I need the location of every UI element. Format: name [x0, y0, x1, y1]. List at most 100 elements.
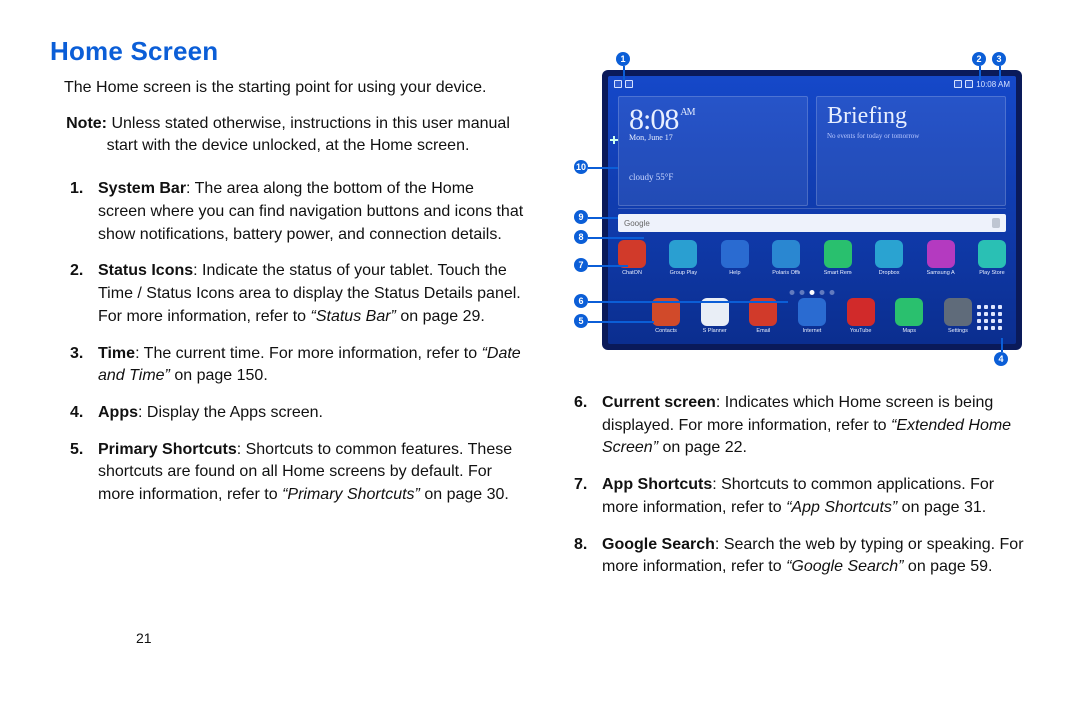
app-icon-box: [875, 240, 903, 268]
term: Google Search: [602, 536, 715, 553]
note-label: Note:: [66, 115, 107, 132]
app-icon-box: [772, 240, 800, 268]
term: App Shortcuts: [602, 476, 712, 493]
xref: “App Shortcuts”: [786, 499, 897, 516]
page-indicator: [790, 290, 835, 295]
lead: [588, 301, 788, 303]
app-icon-label: Samsung Apps: [927, 270, 955, 276]
lead: [588, 237, 644, 239]
primary-shortcuts-row: ContactsS PlannerEmailInternetYouTubeMap…: [652, 298, 972, 342]
notification-icon: [614, 80, 622, 88]
app-icon: Polaris Office: [772, 240, 800, 278]
def-b: on page 31.: [897, 499, 986, 516]
battery-icon: [965, 80, 973, 88]
app-icon: Maps: [895, 298, 923, 336]
notification-icon: [625, 80, 633, 88]
app-icon-box: [618, 240, 646, 268]
dot: [820, 290, 825, 295]
app-icon-box: [824, 240, 852, 268]
briefing-sub: No events for today or tomorrow: [827, 132, 995, 140]
clock-date: Mon, June 17: [629, 133, 797, 142]
callout-8: 8: [574, 230, 588, 244]
app-icon-label: Play Store: [978, 270, 1006, 276]
apps-button: [974, 302, 1006, 334]
xref: “Status Bar”: [311, 308, 396, 325]
lead: [588, 321, 654, 323]
item-current-screen: Current screen: Indicates which Home scr…: [602, 392, 1030, 460]
app-icon: Contacts: [652, 298, 680, 336]
app-icon: YouTube: [847, 298, 875, 336]
briefing-title: Briefing: [827, 103, 995, 130]
app-icon-label: Settings: [944, 328, 972, 334]
def-a: : The current time. For more information…: [135, 345, 482, 362]
def: : Display the Apps screen.: [138, 404, 323, 421]
app-icon-box: [895, 298, 923, 326]
app-icon-label: YouTube: [847, 328, 875, 334]
app-icon: Smart Remote: [824, 240, 852, 278]
term: Current screen: [602, 394, 716, 411]
term: System Bar: [98, 180, 186, 197]
item-primary-shortcuts: Primary Shortcuts: Shortcuts to common f…: [98, 439, 526, 507]
status-time: 10:08 AM: [976, 80, 1010, 89]
callout-5: 5: [574, 314, 588, 328]
app-icon: Group Play: [669, 240, 697, 278]
definition-list-right: Current screen: Indicates which Home scr…: [554, 392, 1030, 579]
app-icon-label: S Planner: [701, 328, 729, 334]
lead: [1001, 338, 1003, 352]
callout-1: 1: [616, 52, 630, 66]
callout-7: 7: [574, 258, 588, 272]
clock-ampm: AM: [680, 107, 694, 118]
briefing-widget: Briefing No events for today or tomorrow: [816, 96, 1006, 206]
dot: [800, 290, 805, 295]
tablet-screen: 10:08 AM 8:08AM Mon, June 17 cloudy 55°F: [608, 76, 1016, 344]
search-placeholder: Google: [624, 219, 650, 228]
callout-6: 6: [574, 294, 588, 308]
term: Primary Shortcuts: [98, 441, 237, 458]
clock-weather: cloudy 55°F: [629, 172, 797, 182]
item-app-shortcuts: App Shortcuts: Shortcuts to common appli…: [602, 474, 1030, 519]
add-widget-icon: [610, 136, 618, 144]
app-icon-label: Group Play: [669, 270, 697, 276]
term: Apps: [98, 404, 138, 421]
item-status-icons: Status Icons: Indicate the status of you…: [98, 260, 526, 328]
app-icon-box: [669, 240, 697, 268]
dot: [790, 290, 795, 295]
def-b: on page 30.: [420, 486, 509, 503]
term: Status Icons: [98, 262, 193, 279]
status-bar: 10:08 AM: [608, 76, 1016, 92]
callout-3: 3: [992, 52, 1006, 66]
xref: “Primary Shortcuts”: [282, 486, 420, 503]
app-icon: Settings: [944, 298, 972, 336]
app-icon-label: Help: [721, 270, 749, 276]
app-icon: Help: [721, 240, 749, 278]
divider: [618, 208, 1006, 209]
app-icon-label: Smart Remote: [824, 270, 852, 276]
def-b: on page 150.: [170, 367, 268, 384]
term: Time: [98, 345, 135, 362]
app-icon-box: [978, 240, 1006, 268]
lead: [999, 66, 1001, 80]
item-apps: Apps: Display the Apps screen.: [98, 402, 526, 425]
app-icon-box: [847, 298, 875, 326]
page-number: 21: [136, 630, 152, 646]
app-icon: Email: [749, 298, 777, 336]
app-icon-label: Maps: [895, 328, 923, 334]
app-icon-label: Email: [749, 328, 777, 334]
lead: [588, 167, 618, 169]
app-icon-box: [798, 298, 826, 326]
app-icon-label: Polaris Office: [772, 270, 800, 276]
mic-icon: [992, 218, 1000, 228]
wifi-icon: [954, 80, 962, 88]
google-search-bar: Google: [618, 214, 1006, 232]
callout-9: 9: [574, 210, 588, 224]
item-time: Time: The current time. For more informa…: [98, 343, 526, 388]
callout-2: 2: [972, 52, 986, 66]
item-system-bar: System Bar: The area along the bottom of…: [98, 178, 526, 246]
clock-time: 8:08AM: [629, 103, 797, 137]
status-left-icons: [614, 80, 633, 88]
app-icon-label: Dropbox: [875, 270, 903, 276]
lead: [588, 265, 628, 267]
app-icon: Samsung Apps: [927, 240, 955, 278]
callout-4: 4: [994, 352, 1008, 366]
app-icon: Dropbox: [875, 240, 903, 278]
